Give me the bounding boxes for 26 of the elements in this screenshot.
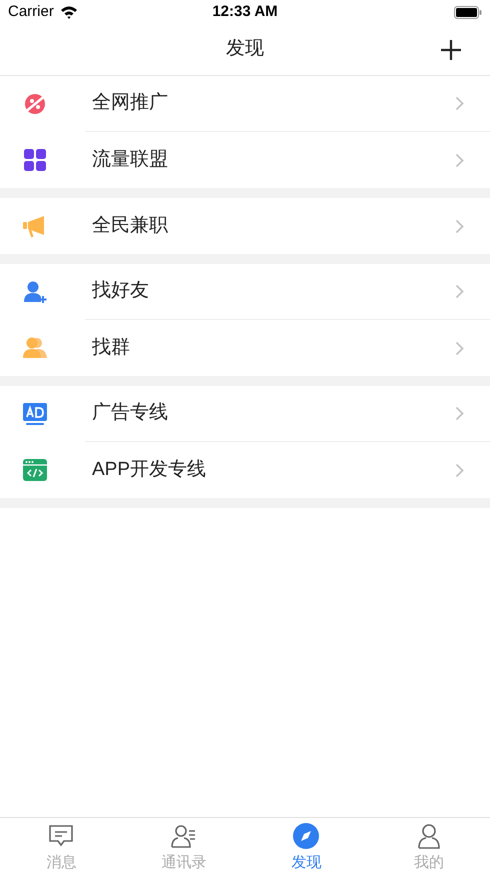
menu-label: 流量联盟: [92, 148, 168, 172]
menu-label: 找好友: [92, 279, 149, 304]
clock-time: 12:33 AM: [212, 2, 278, 22]
chevron-right-icon: [455, 96, 464, 111]
chevron-right-icon: [455, 340, 464, 356]
menu-label: 全民兼职: [92, 214, 168, 238]
menu-label: 广告专线: [92, 401, 168, 426]
carrier-label: Carrier: [8, 2, 54, 22]
menu-label: 找群: [92, 336, 130, 360]
code-window-icon: [22, 457, 48, 483]
wifi-icon: [60, 5, 78, 19]
user-add-icon: [22, 279, 48, 305]
grid-icon: [22, 147, 48, 173]
menu-label: APP开发专线: [92, 458, 206, 482]
chevron-right-icon: [455, 152, 464, 168]
chevron-right-icon: [455, 406, 464, 421]
page-title: 发现: [226, 37, 264, 62]
chevron-right-icon: [455, 462, 464, 478]
chevron-right-icon: [455, 218, 464, 234]
chevron-right-icon: [455, 284, 464, 299]
menu-label: 全网推广: [92, 91, 168, 116]
tab-bar-item[interactable]: 发现: [245, 818, 368, 876]
battery-icon: [454, 6, 482, 18]
compass-icon: [292, 822, 320, 850]
ad-monitor-icon: [22, 401, 48, 427]
users-icon: [22, 335, 48, 361]
